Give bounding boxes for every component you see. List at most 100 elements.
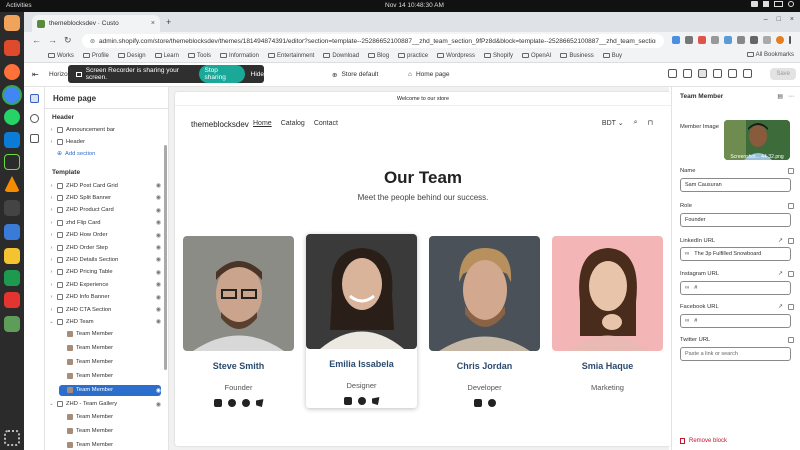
- visibility-eye-icon[interactable]: ◉: [156, 294, 161, 301]
- nav-contact[interactable]: Contact: [314, 120, 338, 127]
- redo-icon[interactable]: [743, 69, 752, 78]
- stack-icon[interactable]: ▤: [777, 93, 783, 100]
- linkedin-url-field[interactable]: ∞ The 3p Fulfilled Snowboard: [680, 247, 791, 261]
- template-section-item[interactable]: › zhd Flip Card ◉: [49, 217, 161, 228]
- chevron-right-icon[interactable]: ›: [49, 245, 54, 251]
- chevron-right-icon[interactable]: ›: [49, 232, 54, 238]
- chevron-right-icon[interactable]: ›: [49, 139, 54, 145]
- minimize-button[interactable]: –: [764, 16, 768, 23]
- add-section-button[interactable]: ⊕ Add section: [49, 148, 161, 159]
- twitter-icon[interactable]: [255, 399, 264, 407]
- visibility-eye-icon[interactable]: ◉: [156, 182, 161, 189]
- extension-icon[interactable]: [763, 36, 771, 44]
- visibility-eye-icon[interactable]: ◉: [156, 207, 161, 214]
- linkedin-icon[interactable]: [473, 399, 482, 407]
- block-team-member[interactable]: Team Member: [59, 343, 161, 354]
- activities-button[interactable]: Activities: [6, 2, 32, 9]
- new-tab-button[interactable]: +: [166, 17, 171, 27]
- block-team-member[interactable]: Team Member: [59, 439, 161, 450]
- team-member-card[interactable]: Chris Jordan Developer: [429, 236, 540, 410]
- maximize-button[interactable]: □: [777, 16, 781, 23]
- anydesk-icon[interactable]: [4, 292, 20, 308]
- extension-icon[interactable]: [711, 36, 719, 44]
- template-section-item[interactable]: › ZHD Split Banner ◉: [49, 192, 161, 203]
- app-icon[interactable]: [4, 40, 20, 56]
- system-tray[interactable]: [751, 1, 794, 7]
- facebook-url-field[interactable]: ∞ #: [680, 314, 791, 328]
- name-field[interactable]: Sam Causuran: [680, 178, 791, 192]
- dynamic-source-icon[interactable]: [788, 238, 794, 244]
- vlc-icon[interactable]: [4, 176, 20, 192]
- facebook-icon[interactable]: [241, 399, 250, 407]
- chevron-right-icon[interactable]: ›: [49, 294, 54, 300]
- section-header[interactable]: › Header: [49, 136, 161, 147]
- team-member-card[interactable]: Smia Haque Marketing: [552, 236, 663, 410]
- omnibox[interactable]: ⊜ admin.shopify.com/store/themeblocksdev…: [82, 34, 664, 48]
- external-link-icon[interactable]: ↗: [778, 303, 783, 310]
- bookmark-practice[interactable]: practice: [398, 52, 428, 59]
- visibility-eye-icon[interactable]: ◉: [156, 219, 161, 226]
- block-team-member[interactable]: Team Member: [59, 411, 161, 422]
- team-member-card[interactable]: Steve Smith Founder: [183, 236, 294, 410]
- chevron-right-icon[interactable]: ›: [49, 282, 54, 288]
- twitter-icon[interactable]: [371, 397, 380, 405]
- extension-icon[interactable]: [750, 36, 758, 44]
- chevron-right-icon[interactable]: ›: [49, 207, 54, 213]
- spreadsheet-icon[interactable]: [4, 248, 20, 264]
- desktop-view-icon[interactable]: [683, 69, 692, 78]
- bookmark-entertainment[interactable]: Entertainment: [267, 52, 314, 59]
- store-logo[interactable]: themeblocksdev: [191, 120, 249, 129]
- fullscreen-icon[interactable]: [713, 69, 722, 78]
- visibility-eye-icon[interactable]: ◉: [156, 256, 161, 263]
- extension-icon[interactable]: [672, 36, 680, 44]
- chevron-right-icon[interactable]: ›: [49, 127, 54, 133]
- linkedin-icon[interactable]: [343, 397, 352, 405]
- extension-icon[interactable]: [685, 36, 693, 44]
- bookmark-business[interactable]: Business: [560, 52, 594, 59]
- bookmark-download[interactable]: Download: [323, 52, 359, 59]
- visibility-eye-icon[interactable]: ◉: [156, 281, 161, 288]
- profile-avatar[interactable]: [776, 36, 784, 44]
- chevron-right-icon[interactable]: ›: [49, 257, 54, 263]
- sections-icon[interactable]: [30, 94, 39, 103]
- bookmark-wordpress[interactable]: Wordpress: [437, 52, 475, 59]
- template-section-item[interactable]: › ZHD Order Step ◉: [49, 242, 161, 253]
- visibility-eye-icon[interactable]: ◉: [156, 401, 161, 408]
- visibility-eye-icon[interactable]: ◉: [156, 269, 161, 276]
- announcement-bar[interactable]: Welcome to our store: [175, 92, 671, 106]
- store-default-selector[interactable]: ⊕ Store default: [332, 71, 378, 79]
- chevron-right-icon[interactable]: ›: [49, 195, 54, 201]
- bookmark-tools[interactable]: Tools: [187, 52, 211, 59]
- section-announcement-bar[interactable]: › Announcement bar: [49, 124, 161, 135]
- forward-icon[interactable]: →: [48, 35, 57, 45]
- spreadsheet-icon[interactable]: [4, 270, 20, 286]
- settings-gear-icon[interactable]: [30, 114, 39, 123]
- dynamic-source-icon[interactable]: [788, 203, 794, 209]
- bookmark-buy[interactable]: Buy: [602, 52, 622, 59]
- cart-icon[interactable]: ⊓: [648, 119, 653, 127]
- site-info-icon[interactable]: ⊜: [90, 38, 95, 45]
- bookmark-learn[interactable]: Learn: [154, 52, 179, 59]
- exit-icon[interactable]: ⇤: [32, 70, 39, 79]
- chevron-right-icon[interactable]: ›: [49, 183, 54, 189]
- dynamic-source-icon[interactable]: [788, 304, 794, 310]
- extension-icon[interactable]: [737, 36, 745, 44]
- template-section-item[interactable]: › ZHD CTA Section ◉: [49, 304, 161, 315]
- block-team-member[interactable]: Team Member: [59, 357, 161, 368]
- block-team-member[interactable]: Team Member: [59, 425, 161, 436]
- dynamic-source-icon[interactable]: [788, 271, 794, 277]
- extension-icon[interactable]: [698, 36, 706, 44]
- template-section-item[interactable]: › ZHD Product Card ◉: [49, 205, 161, 216]
- chevron-down-icon[interactable]: ⌄: [49, 319, 54, 325]
- template-section-item[interactable]: › ZHD Experience ◉: [49, 279, 161, 290]
- save-button[interactable]: Save: [770, 68, 796, 80]
- visibility-eye-icon[interactable]: ◉: [156, 318, 161, 325]
- back-icon[interactable]: ←: [32, 35, 41, 45]
- firefox-icon[interactable]: [4, 64, 20, 80]
- template-section-item[interactable]: › ZHD Post Card Grid ◉: [49, 180, 161, 191]
- visibility-eye-icon[interactable]: ◉: [156, 194, 161, 201]
- extension-icon[interactable]: [724, 36, 732, 44]
- nav-home[interactable]: Home: [253, 120, 272, 127]
- page-selector[interactable]: ⌂ Home page: [408, 71, 450, 78]
- facebook-icon[interactable]: [487, 399, 496, 407]
